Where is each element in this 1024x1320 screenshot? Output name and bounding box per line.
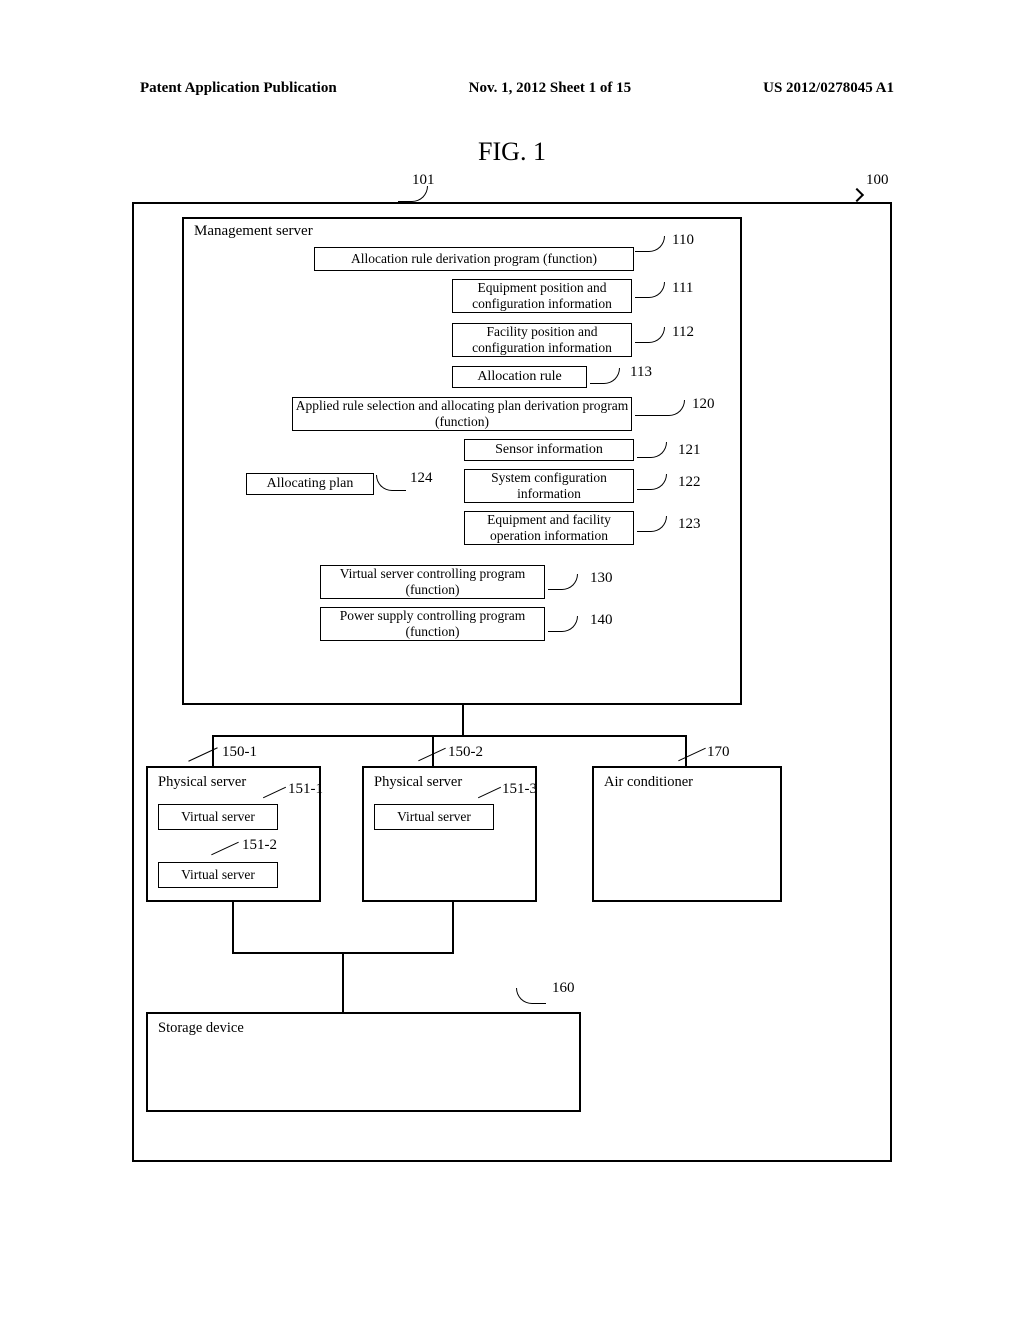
label-170: 170 <box>707 744 730 761</box>
conn-v-main <box>462 705 464 735</box>
label-140: 140 <box>590 612 613 629</box>
figure-title: FIG. 1 <box>0 137 1024 167</box>
label-110: 110 <box>672 232 694 249</box>
label-150-2: 150-2 <box>448 744 483 761</box>
page-header: Patent Application Publication Nov. 1, 2… <box>0 0 1024 107</box>
conn-h-main <box>212 735 687 737</box>
box-140: Power supply controlling program (functi… <box>320 607 545 641</box>
physical-server-1-title: Physical server <box>158 774 246 791</box>
label-113: 113 <box>630 364 652 381</box>
conn-ps1-down <box>232 902 234 952</box>
box-123: Equipment and facility operation informa… <box>464 511 634 545</box>
box-130: Virtual server controlling program (func… <box>320 565 545 599</box>
box-111: Equipment position and configuration inf… <box>452 279 632 313</box>
header-left: Patent Application Publication <box>140 80 337 97</box>
storage-device: Storage device <box>146 1012 581 1112</box>
label-150-1: 150-1 <box>222 744 257 761</box>
conn-v3 <box>685 735 687 766</box>
storage-device-title: Storage device <box>158 1020 244 1037</box>
label-120: 120 <box>692 396 715 413</box>
diagram: 101 100 Management server Allocation rul… <box>132 172 892 1192</box>
label-151-1: 151-1 <box>288 781 323 798</box>
conn-ps2-down <box>452 902 454 952</box>
lead-101 <box>398 186 428 202</box>
label-130: 130 <box>590 570 613 587</box>
air-conditioner: Air conditioner <box>592 766 782 902</box>
physical-server-2-title: Physical server <box>374 774 462 791</box>
box-120: Applied rule selection and allocating pl… <box>292 397 632 431</box>
label-123: 123 <box>678 516 701 533</box>
header-right: US 2012/0278045 A1 <box>763 80 894 97</box>
arrow-100 <box>850 188 864 202</box>
label-160: 160 <box>552 980 575 997</box>
label-151-3: 151-3 <box>502 781 537 798</box>
conn-v2 <box>432 735 434 766</box>
label-122: 122 <box>678 474 701 491</box>
label-111: 111 <box>672 280 693 297</box>
management-server-title: Management server <box>194 223 313 240</box>
virtual-server-1: Virtual server <box>158 804 278 830</box>
label-100: 100 <box>866 172 889 189</box>
virtual-server-3: Virtual server <box>374 804 494 830</box>
label-151-2: 151-2 <box>242 837 277 854</box>
virtual-server-2: Virtual server <box>158 862 278 888</box>
header-center: Nov. 1, 2012 Sheet 1 of 15 <box>469 80 632 97</box>
box-122: System configuration information <box>464 469 634 503</box>
box-124: Allocating plan <box>246 473 374 495</box>
air-conditioner-title: Air conditioner <box>604 774 693 791</box>
conn-v-storage <box>342 952 344 1012</box>
label-112: 112 <box>672 324 694 341</box>
label-124: 124 <box>410 470 433 487</box>
box-113: Allocation rule <box>452 366 587 388</box>
label-121: 121 <box>678 442 701 459</box>
box-121: Sensor information <box>464 439 634 461</box>
box-110: Allocation rule derivation program (func… <box>314 247 634 271</box>
box-112: Facility position and configuration info… <box>452 323 632 357</box>
